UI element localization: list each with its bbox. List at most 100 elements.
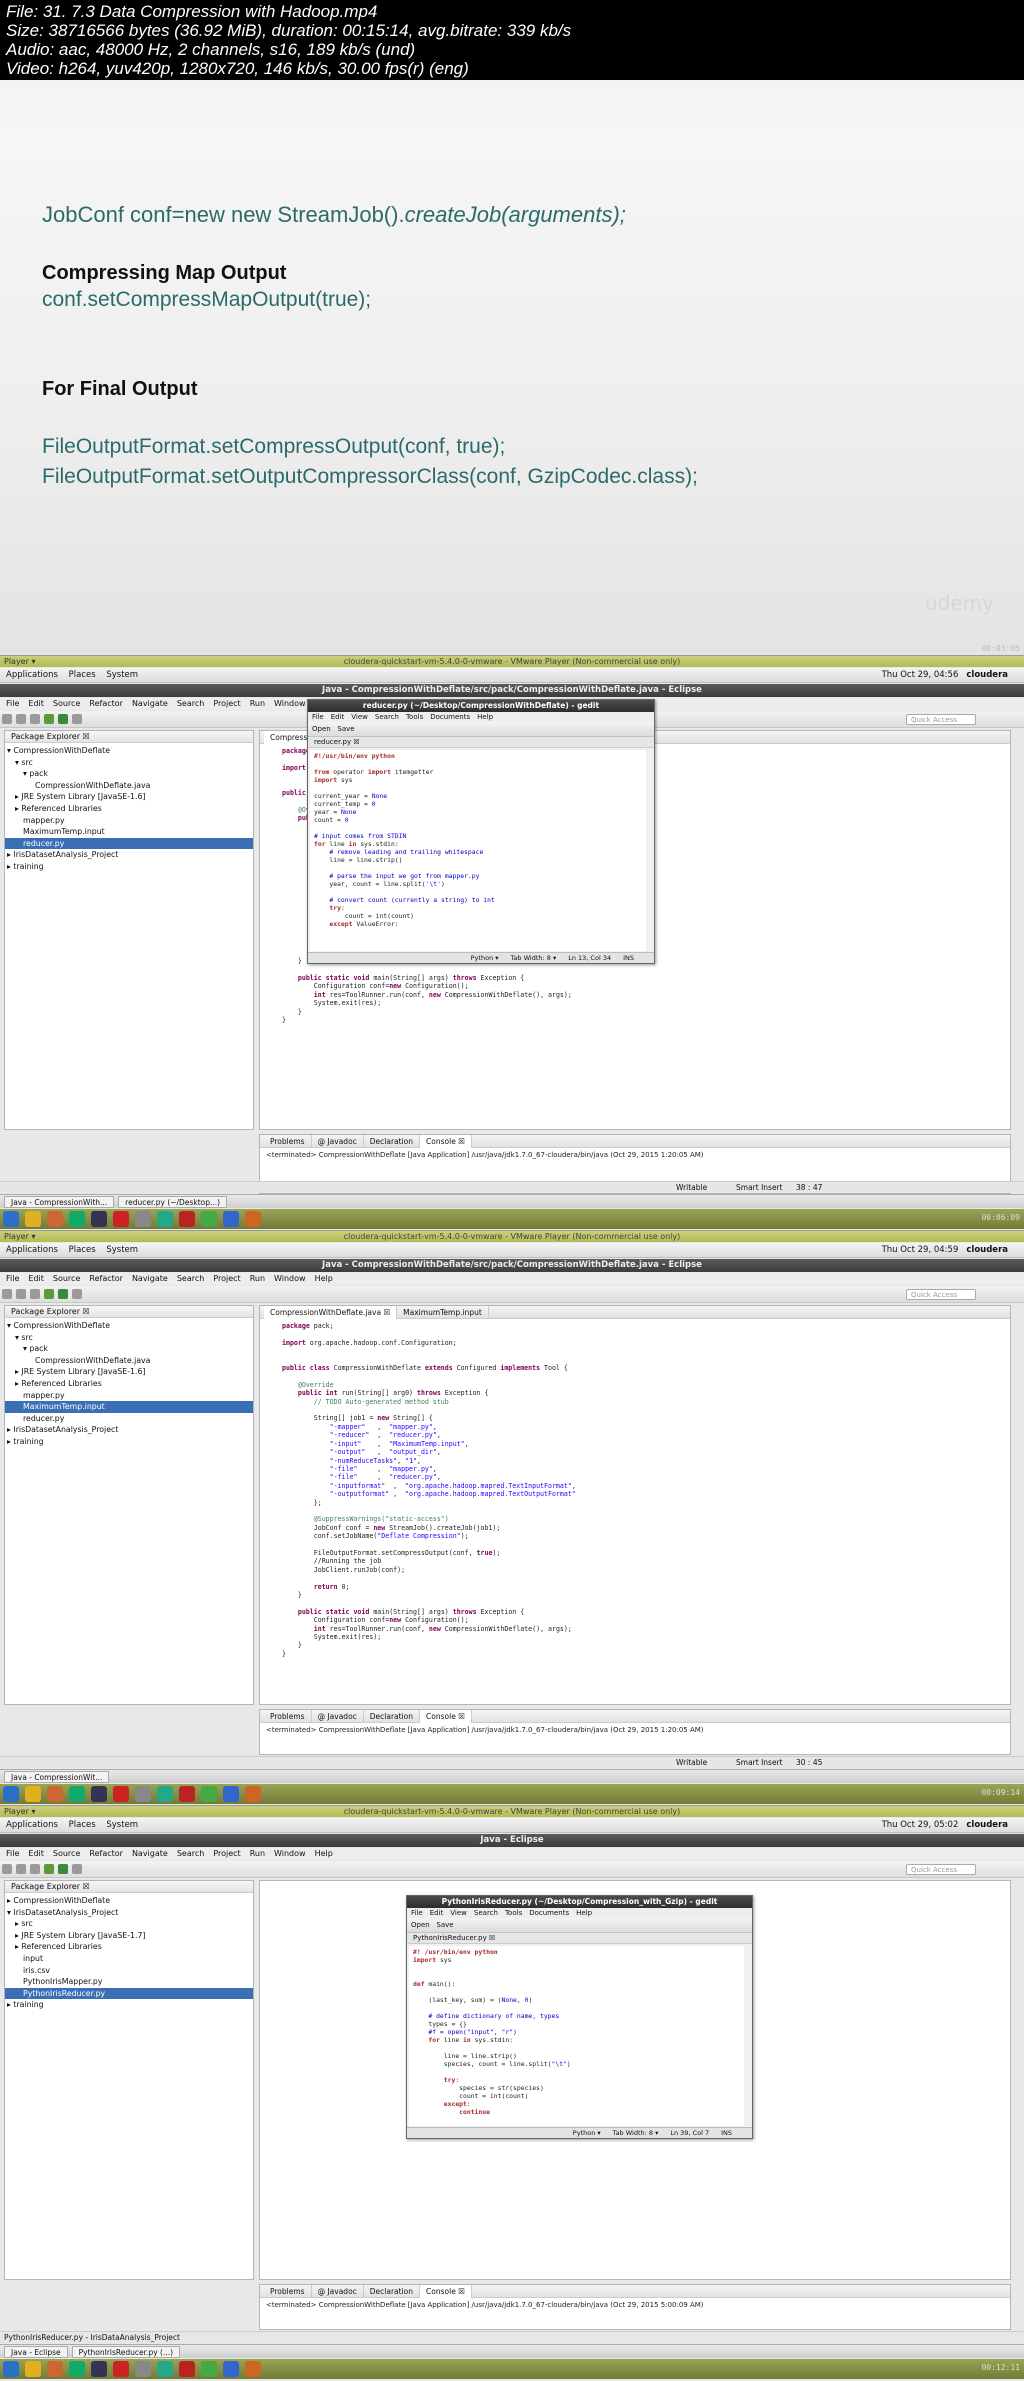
tree-item[interactable]: ▸ JRE System Library [JavaSE-1.7] — [5, 1930, 253, 1942]
app-icon[interactable] — [135, 1786, 151, 1802]
filezilla-icon[interactable] — [179, 1211, 195, 1227]
run-icon[interactable] — [58, 1864, 68, 1874]
gedit-window[interactable]: PythonIrisReducer.py (~/Desktop/Compress… — [406, 1895, 753, 2139]
tab-problems[interactable]: Problems — [264, 2285, 312, 2298]
tree-item[interactable]: MaximumTemp.input — [5, 1401, 253, 1413]
tab-maximumtemp-input[interactable]: MaximumTemp.input — [397, 1306, 489, 1319]
tree-item[interactable]: mapper.py — [5, 1390, 253, 1402]
browser-icon[interactable] — [47, 1211, 63, 1227]
debug-icon[interactable] — [44, 1289, 54, 1299]
gedit-file-tab[interactable]: PythonIrisReducer.py ☒ — [407, 1933, 752, 1944]
tree-item[interactable]: ▾ CompressionWithDeflate — [5, 1320, 253, 1332]
tree-item[interactable]: iris.csv — [5, 1965, 253, 1977]
save-icon[interactable] — [16, 1289, 26, 1299]
save-icon[interactable] — [16, 714, 26, 724]
run-icon[interactable] — [58, 1289, 68, 1299]
pdf-icon[interactable] — [113, 2361, 129, 2377]
menu-project[interactable]: Project — [213, 1274, 240, 1283]
tree-item[interactable]: reducer.py — [5, 837, 253, 850]
tree-item[interactable]: ▾ src — [5, 757, 253, 769]
app-icon[interactable] — [223, 1786, 239, 1802]
debug-icon[interactable] — [44, 714, 54, 724]
tree-item[interactable]: CompressionWithDeflate.java — [5, 780, 253, 792]
task-gedit[interactable]: PythonIrisReducer.py (...) — [71, 2346, 181, 2358]
gedit-menu-view[interactable]: View — [351, 713, 368, 721]
tree-item[interactable]: ▾ CompressionWithDeflate — [5, 745, 253, 757]
tree-item[interactable]: ▸ Referenced Libraries — [5, 1941, 253, 1953]
tree-item[interactable]: MaximumTemp.input — [5, 826, 253, 838]
tab-problems[interactable]: Problems — [264, 1135, 312, 1148]
app-icon[interactable] — [201, 2361, 217, 2377]
tree-item[interactable]: ▸ JRE System Library [JavaSE-1.6] — [5, 791, 253, 803]
places-menu[interactable]: Places — [69, 1245, 96, 1255]
pdf-icon[interactable] — [113, 1786, 129, 1802]
run-icon[interactable] — [58, 714, 68, 724]
menu-window[interactable]: Window — [274, 1849, 306, 1858]
gedit-menu-documents[interactable]: Documents — [529, 1909, 569, 1917]
applications-menu[interactable]: Applications — [6, 1820, 58, 1830]
menu-navigate[interactable]: Navigate — [132, 699, 168, 708]
gedit-menu-help[interactable]: Help — [576, 1909, 592, 1917]
gedit-menu-tools[interactable]: Tools — [505, 1909, 522, 1917]
filezilla-icon[interactable] — [179, 2361, 195, 2377]
tree-item[interactable]: ▾ src — [5, 1332, 253, 1344]
tab-javadoc[interactable]: @ Javadoc — [312, 1710, 364, 1723]
project-tree[interactable]: ▾ CompressionWithDeflate ▾ src ▾ pack Compr… — [5, 743, 253, 873]
open-button[interactable]: Open — [411, 1921, 430, 1929]
search-icon[interactable] — [72, 714, 82, 724]
gedit-menu-tools[interactable]: Tools — [406, 713, 423, 721]
save-icon[interactable] — [16, 1864, 26, 1874]
tree-item[interactable]: PythonIrisReducer.py — [5, 1987, 253, 2000]
menu-project[interactable]: Project — [213, 699, 240, 708]
menu-run[interactable]: Run — [250, 1274, 265, 1283]
save-button[interactable]: Save — [436, 1921, 453, 1929]
tab-width-select[interactable]: Tab Width: 8 ▾ — [613, 2129, 659, 2137]
app-icon[interactable] — [201, 1211, 217, 1227]
project-tree[interactable]: ▾ CompressionWithDeflate ▾ src ▾ pack Compr… — [5, 1318, 253, 1448]
tree-item[interactable]: ▾ pack — [5, 768, 253, 780]
menu-refactor[interactable]: Refactor — [89, 1849, 123, 1858]
tree-item[interactable]: ▸ training — [5, 1436, 253, 1448]
tab-javadoc[interactable]: @ Javadoc — [312, 1135, 364, 1148]
tree-item[interactable]: input — [5, 1953, 253, 1965]
applications-menu[interactable]: Applications — [6, 670, 58, 680]
tree-item[interactable]: ▸ training — [5, 1999, 253, 2011]
menu-search[interactable]: Search — [177, 699, 204, 708]
tab-declaration[interactable]: Declaration — [364, 1710, 421, 1723]
chrome-icon[interactable] — [69, 1211, 85, 1227]
tree-item[interactable]: ▸ Referenced Libraries — [5, 1378, 253, 1390]
tree-item[interactable]: ▸ IrisDatasetAnalysis_Project — [5, 849, 253, 861]
gedit-menu-help[interactable]: Help — [477, 713, 493, 721]
menu-search[interactable]: Search — [177, 1849, 204, 1858]
gedit-menu-documents[interactable]: Documents — [430, 713, 470, 721]
menu-window[interactable]: Window — [274, 699, 306, 708]
media-icon[interactable] — [91, 2361, 107, 2377]
tab-console[interactable]: Console ☒ — [420, 2285, 472, 2298]
app-icon[interactable] — [245, 2361, 261, 2377]
app-icon[interactable] — [245, 1211, 261, 1227]
menu-edit[interactable]: Edit — [28, 699, 44, 708]
task-eclipse[interactable]: Java - Eclipse — [4, 2346, 68, 2358]
menu-help[interactable]: Help — [315, 1274, 333, 1283]
places-menu[interactable]: Places — [69, 670, 96, 680]
gedit-menu-search[interactable]: Search — [474, 1909, 498, 1917]
gedit-text-area[interactable]: #! /usr/bin/env python import sys def ma… — [409, 1946, 744, 2126]
menu-refactor[interactable]: Refactor — [89, 1274, 123, 1283]
tab-javadoc[interactable]: @ Javadoc — [312, 2285, 364, 2298]
tree-item[interactable]: ▸ JRE System Library [JavaSE-1.6] — [5, 1366, 253, 1378]
folder-icon[interactable] — [25, 1786, 41, 1802]
tree-item[interactable]: ▸ CompressionWithDeflate — [5, 1895, 253, 1907]
gedit-menu-edit[interactable]: Edit — [331, 713, 345, 721]
app-icon[interactable] — [135, 2361, 151, 2377]
tree-item[interactable]: reducer.py — [5, 1413, 253, 1425]
print-icon[interactable] — [30, 1864, 40, 1874]
start-icon[interactable] — [3, 2361, 19, 2377]
menu-edit[interactable]: Edit — [28, 1849, 44, 1858]
gedit-file-tab[interactable]: reducer.py ☒ — [308, 737, 654, 748]
places-menu[interactable]: Places — [69, 1820, 96, 1830]
gedit-menu-view[interactable]: View — [450, 1909, 467, 1917]
menu-project[interactable]: Project — [213, 1849, 240, 1858]
chrome-icon[interactable] — [69, 2361, 85, 2377]
app-icon[interactable] — [157, 2361, 173, 2377]
gedit-menu-file[interactable]: File — [312, 713, 324, 721]
